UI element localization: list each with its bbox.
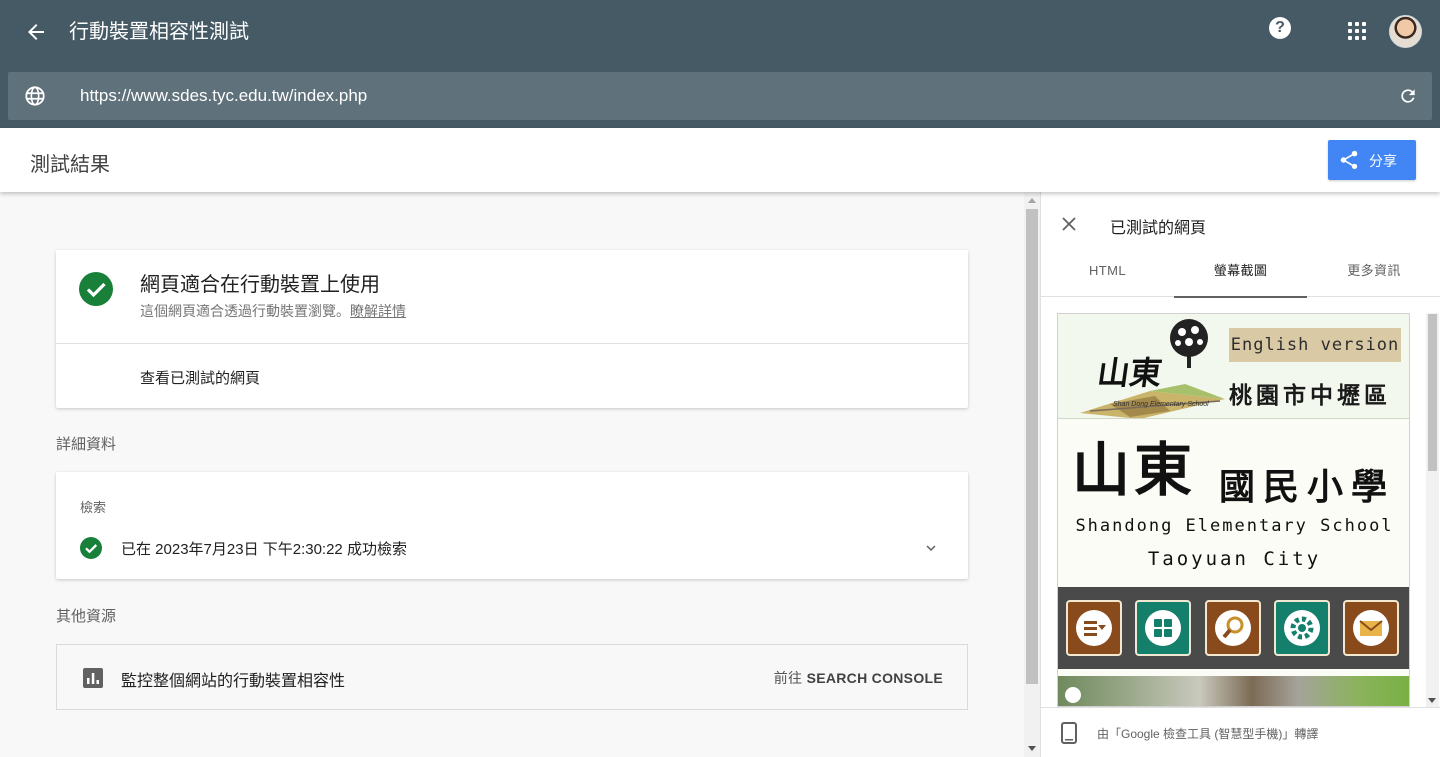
resources-section-label: 其他資源 — [56, 608, 117, 625]
english-school-name: Shandong Elementary School — [1075, 516, 1394, 536]
chevron-down-icon[interactable] — [922, 539, 940, 557]
scroll-up-arrow[interactable] — [1028, 198, 1036, 203]
close-icon[interactable] — [1061, 216, 1077, 232]
result-title: 網頁適合在行動裝置上使用 — [140, 274, 380, 296]
result-card: 網頁適合在行動裝置上使用 這個網頁適合透過行動裝置瀏覽。瞭解詳情 查看已測試的網… — [56, 250, 968, 408]
goto-prefix: 前往 — [773, 670, 803, 686]
apps-grid-icon[interactable] — [1348, 22, 1366, 40]
scrollbar-thumb[interactable] — [1026, 209, 1038, 684]
app-title: 行動裝置相容性測試 — [69, 21, 249, 43]
help-icon[interactable]: ? — [1269, 17, 1291, 39]
results-header: 測試結果 分享 — [0, 128, 1440, 192]
site-icon-bar — [1058, 587, 1409, 669]
logo-text: 山東 — [1095, 354, 1165, 392]
crawl-status: 已在 2023年7月23日 下午2:30:22 成功檢索 — [121, 541, 407, 558]
url-bar[interactable]: https://www.sdes.tyc.edu.tw/index.php — [8, 72, 1432, 120]
result-subtitle-text: 這個網頁適合透過行動裝置瀏覽。 — [140, 303, 350, 319]
reload-icon[interactable] — [1398, 86, 1418, 106]
render-info-text: 由「Google 檢查工具 (智慧型手機)」轉譯 — [1097, 727, 1319, 741]
panel-tabs: HTML 螢幕截圖 更多資訊 — [1041, 252, 1440, 298]
app-bar: 行動裝置相容性測試 ? https://www.sdes.tyc.edu.tw/… — [0, 0, 1440, 128]
panel-scrollbar-thumb[interactable] — [1428, 314, 1437, 471]
menu-icon[interactable] — [1066, 600, 1122, 656]
gear-icon[interactable] — [1274, 600, 1330, 656]
goto-target: SEARCH CONSOLE — [806, 670, 943, 686]
scroll-down-arrow[interactable] — [1428, 698, 1436, 703]
learn-more-link[interactable]: 瞭解詳情 — [350, 303, 406, 319]
page-screenshot: 山東 Shan Dong Elementary School English v… — [1057, 313, 1410, 707]
grid-icon[interactable] — [1135, 600, 1191, 656]
search-icon[interactable] — [1205, 600, 1261, 656]
search-console-card: 監控整個網站的行動裝置相容性 前往 SEARCH CONSOLE — [56, 644, 968, 710]
tested-page-panel: 已測試的網頁 HTML 螢幕截圖 更多資訊 山東 Shan Dong Eleme… — [1040, 192, 1440, 757]
school-name-large: 山東 — [1072, 436, 1197, 504]
english-version-button[interactable]: English version — [1229, 328, 1401, 362]
tab-more-info[interactable]: 更多資訊 — [1307, 252, 1440, 297]
scroll-down-arrow[interactable] — [1028, 746, 1036, 751]
main-scrollbar[interactable] — [1024, 192, 1040, 757]
carousel-dot[interactable] — [1065, 687, 1081, 703]
tab-html[interactable]: HTML — [1041, 252, 1174, 297]
crawl-label: 檢索 — [80, 500, 107, 515]
bar-chart-icon — [83, 668, 103, 688]
share-label: 分享 — [1369, 153, 1397, 169]
share-icon — [1340, 150, 1358, 170]
tree-logo-icon — [1170, 319, 1208, 368]
school-name-rest: 國民小學 — [1219, 466, 1396, 508]
result-subtitle: 這個網頁適合透過行動裝置瀏覽。瞭解詳情 — [140, 301, 406, 321]
success-check-icon — [79, 272, 113, 306]
district-text: 桃園市中壢區 — [1229, 382, 1391, 409]
back-arrow-icon[interactable] — [24, 20, 48, 44]
share-button[interactable]: 分享 — [1328, 140, 1416, 180]
panel-title: 已測試的網頁 — [1110, 220, 1207, 237]
go-to-search-console-link[interactable]: 前往 SEARCH CONSOLE — [774, 668, 943, 688]
panel-footer: 由「Google 檢查工具 (智慧型手機)」轉譯 — [1041, 707, 1440, 757]
main-content: 網頁適合在行動裝置上使用 這個網頁適合透過行動裝置瀏覽。瞭解詳情 查看已測試的網… — [0, 192, 1024, 757]
monitor-site-text: 監控整個網站的行動裝置相容性 — [121, 673, 346, 690]
view-tested-page-link[interactable]: 查看已測試的網頁 — [140, 367, 260, 388]
account-avatar[interactable] — [1389, 15, 1422, 48]
campus-photo — [1058, 676, 1409, 706]
mail-icon[interactable] — [1343, 600, 1399, 656]
logo-subtitle: Shan Dong Elementary School — [1113, 401, 1209, 408]
details-section-label: 詳細資料 — [56, 436, 117, 453]
page-title: 測試結果 — [30, 154, 110, 176]
tab-screenshot[interactable]: 螢幕截圖 — [1174, 252, 1307, 298]
smartphone-icon — [1061, 722, 1077, 744]
success-check-icon — [80, 537, 102, 559]
banner-divider — [1058, 418, 1409, 419]
url-text[interactable]: https://www.sdes.tyc.edu.tw/index.php — [80, 86, 367, 106]
panel-scrollbar[interactable] — [1426, 313, 1439, 707]
crawl-details-card[interactable]: 檢索 已在 2023年7月23日 下午2:30:22 成功檢索 — [56, 472, 968, 579]
card-divider — [56, 343, 968, 344]
globe-icon — [25, 86, 45, 106]
city-name: Taoyuan City — [1147, 548, 1322, 570]
